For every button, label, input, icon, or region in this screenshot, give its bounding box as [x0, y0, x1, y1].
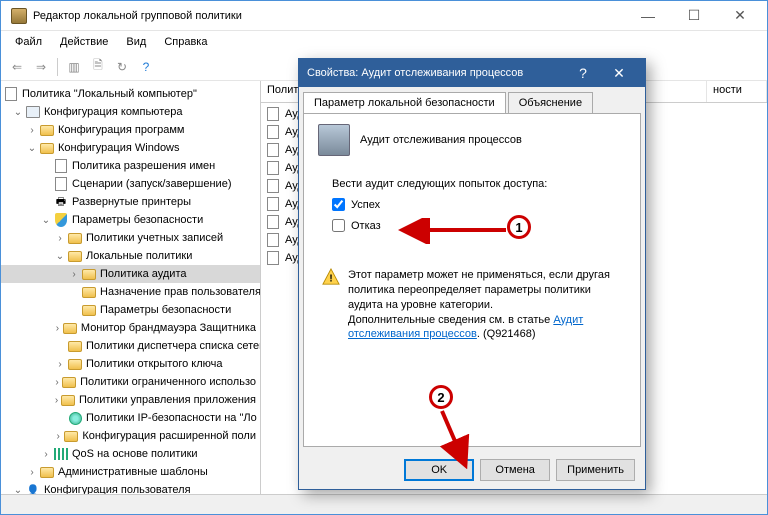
show-hide-icon[interactable]: ▥	[64, 57, 84, 77]
checkbox-success-input[interactable]	[332, 198, 345, 211]
dialog-help-button[interactable]: ?	[565, 59, 601, 87]
column-setting[interactable]: ности	[707, 81, 767, 102]
tree-item[interactable]: ›Административные шаблоны	[1, 463, 260, 481]
tree-item[interactable]: ›Конфигурация программ	[1, 121, 260, 139]
tree-item[interactable]: Политика разрешения имен	[1, 157, 260, 175]
menu-help[interactable]: Справка	[156, 34, 215, 50]
tree-item[interactable]: Политики диспетчера списка сетей	[1, 337, 260, 355]
window-title: Редактор локальной групповой политики	[33, 10, 625, 22]
maximize-button[interactable]: ☐	[671, 2, 717, 30]
checkbox-success[interactable]: Успех	[332, 198, 626, 211]
dialog-tabs: Параметр локальной безопасности Объяснен…	[299, 87, 645, 113]
dialog-buttons: OK Отмена Применить	[299, 451, 645, 489]
tree-item[interactable]: ›Конфигурация расширенной поли	[1, 427, 260, 445]
minimize-button[interactable]: —	[625, 2, 671, 30]
chevron-right-icon[interactable]: ›	[67, 269, 81, 280]
tab-local-security[interactable]: Параметр локальной безопасности	[303, 92, 506, 113]
checkbox-failure-input[interactable]	[332, 219, 345, 232]
cancel-button[interactable]: Отмена	[480, 459, 550, 481]
warning-text: Этот параметр может не применяться, если…	[348, 268, 622, 342]
tree-item[interactable]: Назначение прав пользователя	[1, 283, 260, 301]
tree-item[interactable]: ›Политики ограниченного использо	[1, 373, 260, 391]
chevron-right-icon[interactable]: ›	[53, 233, 67, 244]
tree-item[interactable]: Параметры безопасности	[1, 301, 260, 319]
policy-doc-icon	[265, 107, 281, 121]
user-icon: 👤	[25, 483, 41, 494]
tree-pane[interactable]: Политика "Локальный компьютер" ⌄Конфигур…	[1, 81, 261, 494]
properties-dialog: Свойства: Аудит отслеживания процессов ?…	[298, 58, 646, 490]
tree-item[interactable]: ›Монитор брандмауэра Защитника	[1, 319, 260, 337]
chevron-down-icon[interactable]: ⌄	[53, 251, 67, 262]
nav-back-icon[interactable]: ⇐	[7, 57, 27, 77]
tree-item[interactable]: ›Политики учетных записей	[1, 229, 260, 247]
menu-view[interactable]: Вид	[118, 34, 154, 50]
dialog-titlebar: Свойства: Аудит отслеживания процессов ?…	[299, 59, 645, 87]
policy-doc-icon	[265, 215, 281, 229]
tree-item[interactable]: ⌄Конфигурация Windows	[1, 139, 260, 157]
tree-root[interactable]: Политика "Локальный компьютер"	[1, 85, 260, 103]
menubar: Файл Действие Вид Справка	[1, 31, 767, 53]
tree-item[interactable]: ›Политики управления приложения	[1, 391, 260, 409]
policy-doc-icon	[265, 197, 281, 211]
tree-item[interactable]: Политики IP-безопасности на "Ло	[1, 409, 260, 427]
tree-item[interactable]: 🖶Развернутые принтеры	[1, 193, 260, 211]
dialog-title: Свойства: Аудит отслеживания процессов	[307, 67, 523, 79]
refresh-icon[interactable]: ↻	[112, 57, 132, 77]
menu-file[interactable]: Файл	[7, 34, 50, 50]
dialog-heading: Аудит отслеживания процессов	[360, 134, 522, 146]
tree-label: Политика "Локальный компьютер"	[22, 88, 197, 100]
policy-doc-icon	[265, 125, 281, 139]
chevron-down-icon[interactable]: ⌄	[39, 215, 53, 226]
policy-icon	[318, 124, 350, 156]
tree-item[interactable]: ⌄Конфигурация компьютера	[1, 103, 260, 121]
policy-doc-icon	[265, 233, 281, 247]
tree-item[interactable]: ›Политики открытого ключа	[1, 355, 260, 373]
chevron-right-icon[interactable]: ›	[53, 323, 62, 334]
tree-item[interactable]: ›QoS на основе политики	[1, 445, 260, 463]
chevron-right-icon[interactable]: ›	[53, 395, 60, 406]
chevron-right-icon[interactable]: ›	[25, 125, 39, 136]
toolbar-separator	[57, 58, 58, 76]
apply-button[interactable]: Применить	[556, 459, 635, 481]
printer-icon: 🖶	[53, 195, 69, 209]
dialog-close-button[interactable]: ✕	[601, 59, 637, 87]
chevron-right-icon[interactable]: ›	[53, 377, 61, 388]
chevron-down-icon[interactable]: ⌄	[11, 107, 25, 118]
ok-button[interactable]: OK	[404, 459, 474, 481]
chevron-right-icon[interactable]: ›	[53, 359, 67, 370]
tree-item[interactable]: ⌄👤Конфигурация пользователя	[1, 481, 260, 494]
app-icon	[11, 8, 27, 24]
export-icon[interactable]: 🗎	[88, 57, 108, 77]
chevron-down-icon[interactable]: ⌄	[25, 143, 39, 154]
tree-item[interactable]: Сценарии (запуск/завершение)	[1, 175, 260, 193]
nav-fwd-icon[interactable]: ⇒	[31, 57, 51, 77]
tree-item-selected[interactable]: ›Политика аудита	[1, 265, 260, 283]
tree-item[interactable]: ⌄Локальные политики	[1, 247, 260, 265]
policy-doc-icon	[265, 179, 281, 193]
close-button[interactable]: ✕	[717, 2, 763, 30]
statusbar	[1, 494, 767, 514]
svg-text:!: !	[329, 274, 332, 285]
dialog-prompt: Вести аудит следующих попыток доступа:	[332, 178, 626, 190]
chevron-right-icon[interactable]: ›	[53, 431, 63, 442]
tree-item[interactable]: ⌄Параметры безопасности	[1, 211, 260, 229]
warning-box: ! Этот параметр может не применяться, ес…	[318, 262, 626, 348]
policy-doc-icon	[265, 161, 281, 175]
chevron-right-icon[interactable]: ›	[25, 467, 39, 478]
chevron-down-icon[interactable]: ⌄	[11, 485, 25, 495]
policy-doc-icon	[265, 251, 281, 265]
checkbox-failure[interactable]: Отказ	[332, 219, 626, 232]
menu-action[interactable]: Действие	[52, 34, 116, 50]
dialog-tabpage: Аудит отслеживания процессов Вести аудит…	[303, 113, 641, 447]
help-icon[interactable]: ?	[136, 57, 156, 77]
titlebar: Редактор локальной групповой политики — …	[1, 1, 767, 31]
chevron-right-icon[interactable]: ›	[39, 449, 53, 460]
policy-doc-icon	[265, 143, 281, 157]
tab-explanation[interactable]: Объяснение	[508, 92, 593, 113]
warning-icon: !	[322, 268, 340, 286]
